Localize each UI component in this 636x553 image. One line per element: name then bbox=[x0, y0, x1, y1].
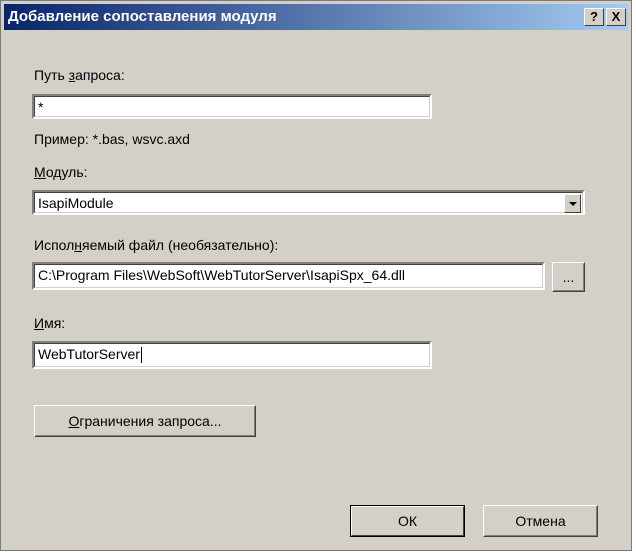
cancel-button[interactable]: Отмена bbox=[483, 505, 598, 537]
dialog-title: Добавление сопоставления модуля bbox=[8, 8, 277, 25]
close-button[interactable]: X bbox=[606, 8, 626, 26]
executable-label: Исполняемый файл (необязательно): bbox=[34, 237, 279, 253]
request-path-value: * bbox=[38, 99, 44, 115]
chevron-down-icon bbox=[569, 202, 577, 206]
request-path-label: Путь запроса: bbox=[34, 67, 125, 83]
ok-button[interactable]: ОК bbox=[350, 505, 465, 537]
title-bar[interactable]: Добавление сопоставления модуля ? X bbox=[4, 4, 628, 30]
help-button[interactable]: ? bbox=[584, 8, 604, 26]
request-restrictions-button[interactable]: Ограничения запроса... bbox=[34, 405, 256, 437]
name-label: Имя: bbox=[34, 315, 66, 331]
module-select[interactable]: IsapiModule bbox=[32, 190, 585, 215]
add-module-mapping-dialog: Добавление сопоставления модуля ? X Путь… bbox=[0, 0, 632, 551]
executable-input[interactable]: C:\Program Files\WebSoft\WebTutorServer\… bbox=[32, 262, 545, 290]
module-dropdown-button[interactable] bbox=[564, 194, 581, 213]
module-selected-value: IsapiModule bbox=[38, 195, 114, 211]
name-input[interactable]: WebTutorServer bbox=[32, 341, 432, 369]
text-caret bbox=[140, 347, 142, 364]
name-value: WebTutorServer bbox=[38, 346, 140, 362]
browse-button[interactable]: ... bbox=[552, 262, 585, 292]
executable-value: C:\Program Files\WebSoft\WebTutorServer\… bbox=[38, 267, 406, 283]
request-path-example: Пример: *.bas, wsvc.axd bbox=[34, 131, 190, 147]
module-label: Модуль: bbox=[34, 164, 88, 180]
request-path-input[interactable]: * bbox=[32, 94, 432, 119]
